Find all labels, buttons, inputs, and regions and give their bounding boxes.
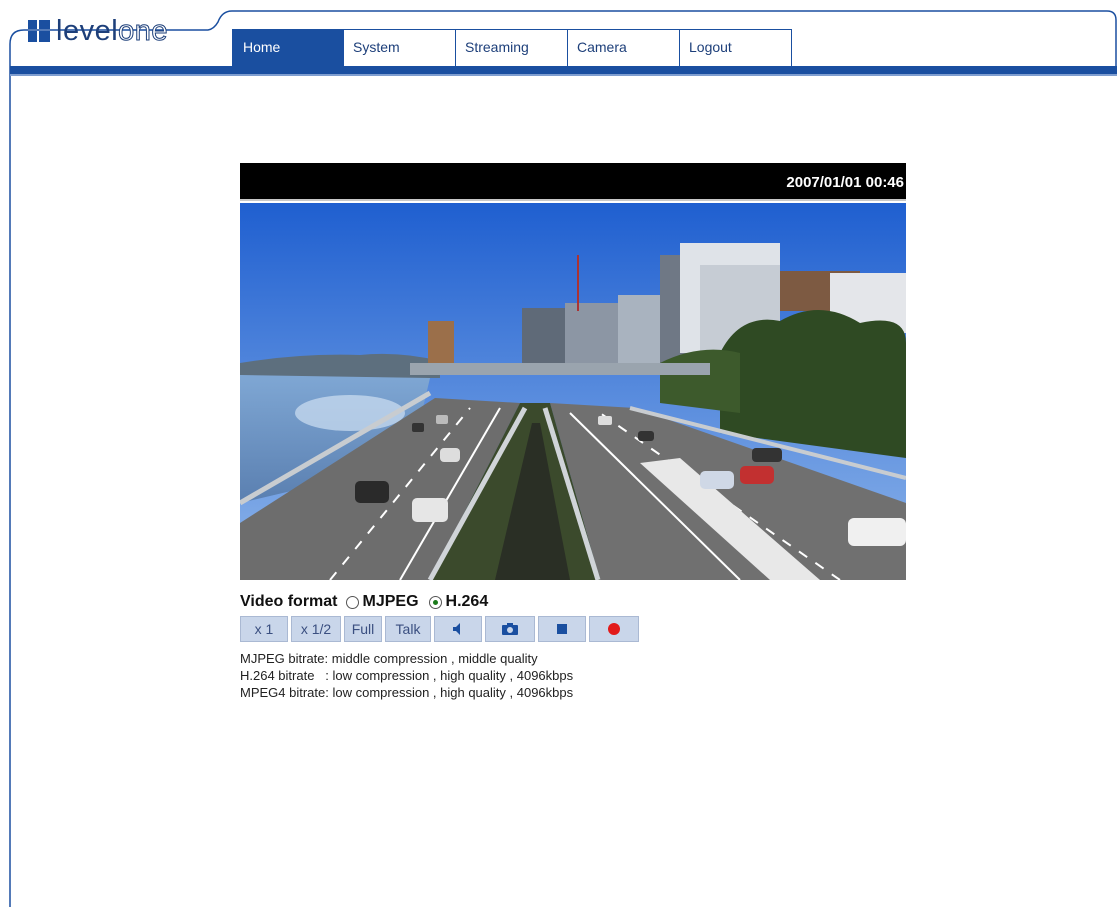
talk-button[interactable]: Talk <box>385 616 431 642</box>
logo-text: levelone <box>56 15 169 47</box>
speaker-button[interactable] <box>434 616 482 642</box>
main-nav: Home System Streaming Camera Logout <box>232 29 792 66</box>
snapshot-button[interactable] <box>485 616 535 642</box>
h264-bitrate-text: H.264 bitrate : low compression , high q… <box>240 668 574 683</box>
tab-logout[interactable]: Logout <box>680 29 792 66</box>
tab-camera[interactable]: Camera <box>568 29 680 66</box>
video-format-selector: Video format MJPEG H.264 <box>240 593 488 611</box>
camera-snapshot-icon <box>502 623 518 635</box>
tab-home[interactable]: Home <box>232 29 344 66</box>
logo-mark-icon <box>28 20 50 42</box>
tab-system[interactable]: System <box>344 29 456 66</box>
mjpeg-radio[interactable] <box>345 595 359 609</box>
nav-underline-bar-light <box>10 74 1117 76</box>
mjpeg-bitrate-text: MJPEG bitrate: middle compression , midd… <box>240 651 538 666</box>
viewer-control-bar: x 1 x 1/2 Full Talk <box>240 616 639 642</box>
stop-button[interactable] <box>538 616 586 642</box>
video-osd-bar: 2007/01/01 00:46 <box>240 163 906 201</box>
h264-radio-label[interactable]: H.264 <box>446 593 489 611</box>
stop-icon <box>557 624 567 634</box>
record-icon <box>608 623 620 635</box>
h264-radio[interactable] <box>428 595 442 609</box>
mpeg4-bitrate-text: MPEG4 bitrate: low compression , high qu… <box>240 685 574 700</box>
levelone-logo[interactable]: levelone <box>28 15 169 47</box>
live-video-image <box>240 203 906 580</box>
speaker-icon <box>453 623 460 635</box>
record-button[interactable] <box>589 616 639 642</box>
bitrate-info: MJPEG bitrate: middle compression , midd… <box>240 650 573 701</box>
zoom-half-button[interactable]: x 1/2 <box>291 616 341 642</box>
mjpeg-radio-label[interactable]: MJPEG <box>363 593 419 611</box>
tab-streaming[interactable]: Streaming <box>456 29 568 66</box>
full-screen-button[interactable]: Full <box>344 616 382 642</box>
video-format-label: Video format <box>240 593 338 610</box>
video-viewer[interactable]: 2007/01/01 00:46 <box>240 163 906 580</box>
video-timestamp: 2007/01/01 00:46 <box>786 174 904 191</box>
zoom-1x-button[interactable]: x 1 <box>240 616 288 642</box>
